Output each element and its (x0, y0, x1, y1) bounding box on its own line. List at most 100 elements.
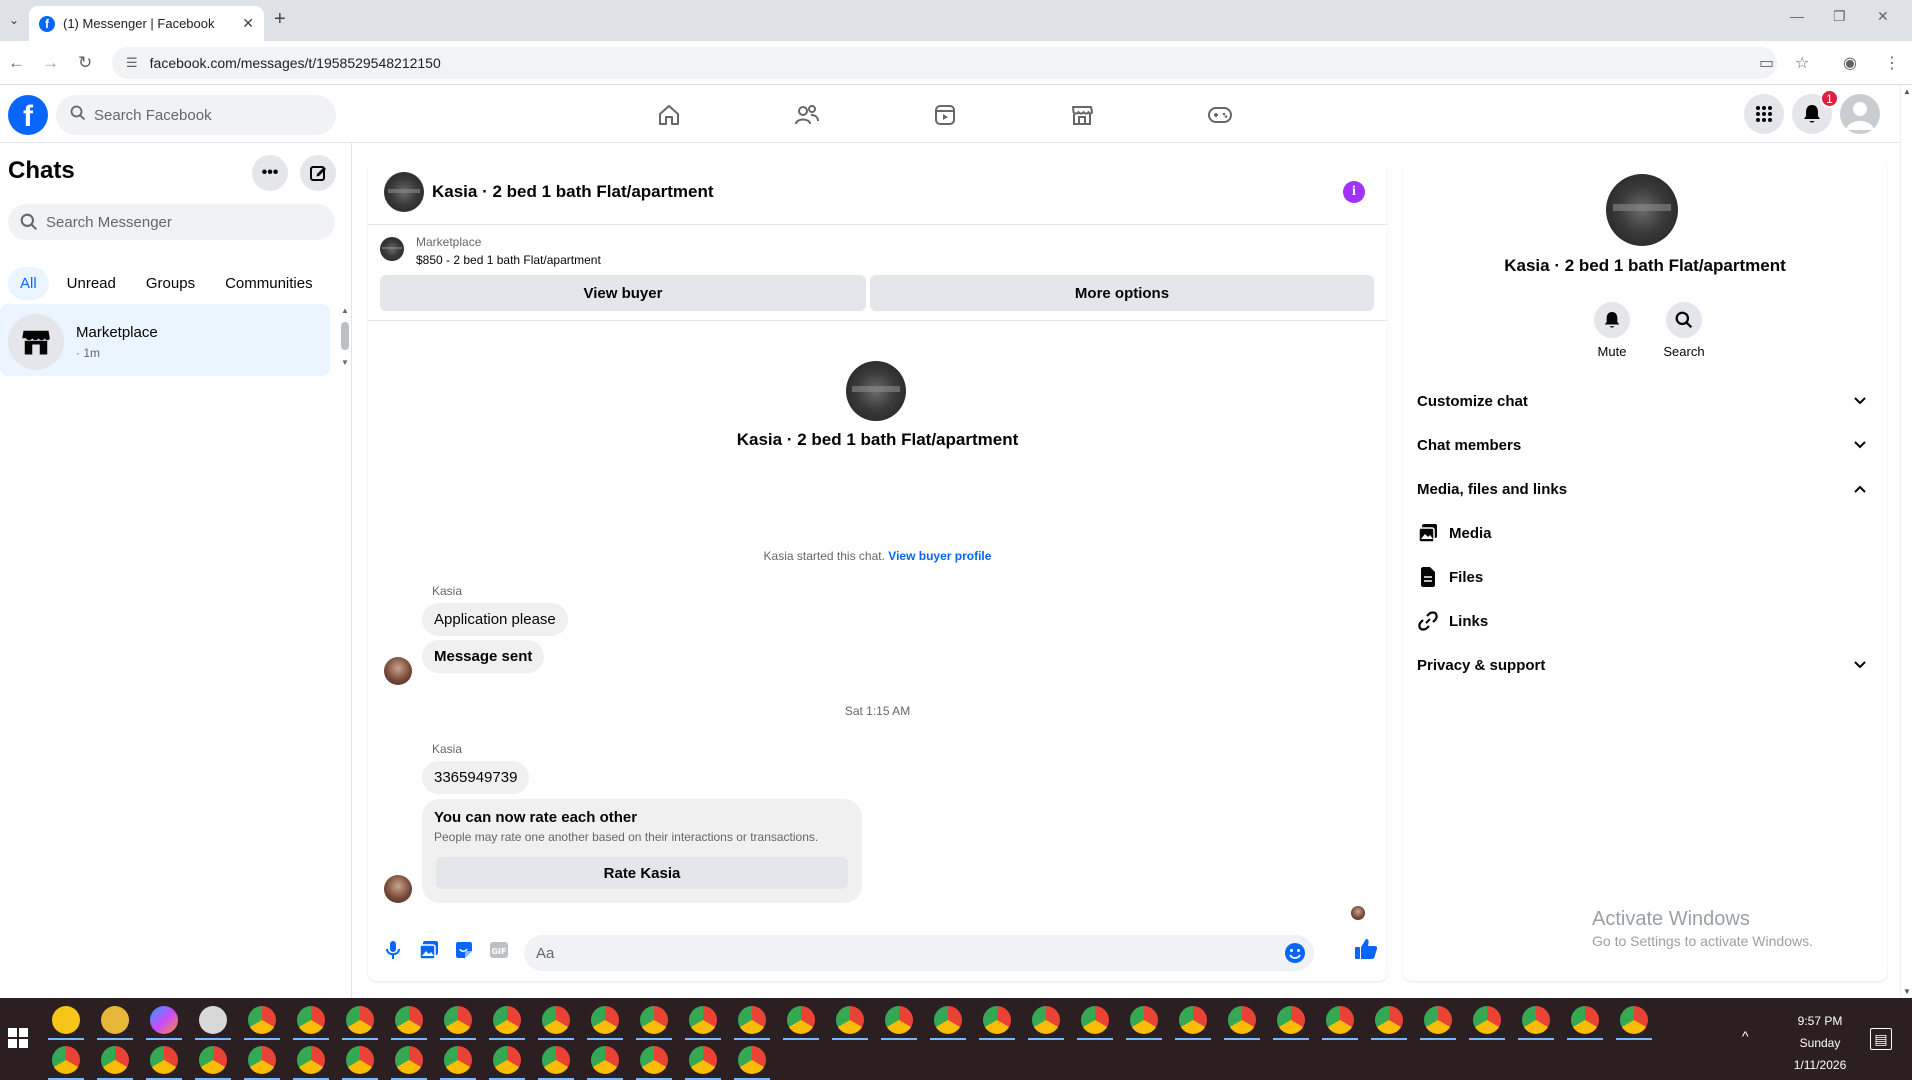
chrome-icon[interactable] (1473, 1006, 1501, 1034)
facebook-search-input[interactable]: Search Facebook (56, 95, 336, 135)
chrome-icon[interactable] (395, 1006, 423, 1034)
minimize-icon[interactable]: — (1790, 8, 1804, 24)
chrome-icon[interactable] (101, 1046, 129, 1074)
search-conversation-button[interactable]: Search (1654, 302, 1714, 359)
chat-list-item[interactable]: Marketplace · 1m (0, 304, 330, 376)
gaming-icon[interactable] (1206, 101, 1234, 129)
url-field[interactable]: ☰ facebook.com/messages/t/19585295482121… (112, 47, 1777, 79)
browser-tab[interactable]: f (1) Messenger | Facebook ✕ (29, 6, 264, 41)
chrome-icon[interactable] (493, 1046, 521, 1074)
taskbar-clock[interactable]: 9:57 PM Sunday 1/11/2026 (1780, 1010, 1860, 1076)
chrome-icon[interactable] (787, 1006, 815, 1034)
chrome-icon[interactable] (1326, 1006, 1354, 1034)
chrome-icon[interactable] (542, 1006, 570, 1034)
install-app-icon[interactable]: ▭ (1759, 53, 1774, 73)
sender-avatar[interactable] (384, 875, 412, 903)
windows-start-icon[interactable] (8, 1028, 28, 1048)
chrome-icon[interactable] (1277, 1006, 1305, 1034)
reload-icon[interactable]: ↻ (78, 53, 92, 73)
chrome-icon[interactable] (542, 1046, 570, 1074)
chrome-icon[interactable] (248, 1006, 276, 1034)
chrome-icon[interactable] (1571, 1006, 1599, 1034)
chrome-icon[interactable] (1179, 1006, 1207, 1034)
message-bubble[interactable]: Application please (422, 603, 568, 636)
account-avatar[interactable] (1840, 94, 1880, 134)
chrome-icon[interactable] (297, 1006, 325, 1034)
chrome-icon[interactable] (1032, 1006, 1060, 1034)
more-options-button[interactable]: More options (870, 275, 1374, 311)
back-icon[interactable]: ← (8, 53, 25, 73)
media-item[interactable]: Media (1417, 515, 1857, 551)
site-settings-icon[interactable]: ☰ (126, 55, 138, 71)
filter-unread[interactable]: Unread (55, 267, 128, 300)
menu-grid-icon[interactable] (1744, 94, 1784, 134)
mute-button[interactable]: Mute (1582, 302, 1642, 359)
messenger-search-input[interactable]: Search Messenger (8, 204, 335, 240)
copilot-icon[interactable] (150, 1006, 178, 1034)
message-input[interactable]: Aa (524, 935, 1314, 971)
chrome-icon[interactable] (199, 1046, 227, 1074)
chrome-icon[interactable] (983, 1006, 1011, 1034)
browser-menu-icon[interactable]: ⋮ (1884, 53, 1900, 73)
profile-icon[interactable]: ◉ (1843, 53, 1857, 73)
chrome-icon[interactable] (591, 1006, 619, 1034)
more-options-icon[interactable]: ••• (252, 155, 288, 191)
microphone-icon[interactable] (382, 939, 404, 961)
gif-icon[interactable]: GIF (488, 939, 510, 961)
marketplace-icon[interactable] (1068, 101, 1096, 129)
chrome-icon[interactable] (346, 1046, 374, 1074)
chat-members-section[interactable]: Chat members (1417, 427, 1873, 463)
chrome-icon[interactable] (738, 1046, 766, 1074)
filter-communities[interactable]: Communities (213, 267, 325, 300)
chrome-icon[interactable] (248, 1046, 276, 1074)
emoji-icon[interactable] (1284, 942, 1306, 964)
photo-gallery-icon[interactable] (418, 939, 440, 961)
sticker-icon[interactable] (453, 939, 475, 961)
chrome-icon[interactable] (1620, 1006, 1648, 1034)
media-files-links-section[interactable]: Media, files and links (1417, 471, 1873, 507)
rate-kasia-button[interactable]: Rate Kasia (436, 857, 848, 889)
links-item[interactable]: Links (1417, 603, 1857, 639)
chrome-icon[interactable] (52, 1046, 80, 1074)
home-icon[interactable] (655, 101, 683, 129)
chrome-icon[interactable] (1522, 1006, 1550, 1034)
chrome-icon[interactable] (444, 1006, 472, 1034)
chrome-icon[interactable] (444, 1046, 472, 1074)
video-icon[interactable] (931, 101, 959, 129)
window-close-icon[interactable]: ✕ (1877, 8, 1889, 25)
chrome-icon[interactable] (1375, 1006, 1403, 1034)
listing-price-title[interactable]: $850 - 2 bed 1 bath Flat/apartment (416, 253, 601, 267)
bookmark-star-icon[interactable]: ☆ (1795, 53, 1809, 73)
new-message-icon[interactable] (300, 155, 336, 191)
chrome-icon[interactable] (738, 1006, 766, 1034)
chrome-icon[interactable] (493, 1006, 521, 1034)
conversation-title[interactable]: Kasia · 2 bed 1 bath Flat/apartment (432, 182, 714, 202)
sticky-notes-icon[interactable] (52, 1006, 80, 1034)
filter-groups[interactable]: Groups (134, 267, 207, 300)
chrome-icon[interactable] (150, 1046, 178, 1074)
show-hidden-icons-icon[interactable]: ^ (1742, 1028, 1749, 1044)
page-scrollbar[interactable]: ▲ ▼ (1900, 85, 1912, 998)
paint-icon[interactable] (199, 1006, 227, 1034)
privacy-support-section[interactable]: Privacy & support (1417, 647, 1873, 683)
facebook-logo[interactable]: f (8, 95, 48, 135)
tab-list-chevron-icon[interactable]: ⌄ (4, 10, 24, 30)
chrome-icon[interactable] (640, 1046, 668, 1074)
chrome-icon[interactable] (934, 1006, 962, 1034)
info-avatar[interactable] (1606, 174, 1678, 246)
customize-chat-section[interactable]: Customize chat (1417, 383, 1873, 419)
message-bubble[interactable]: 3365949739 (422, 761, 530, 794)
chrome-icon[interactable] (689, 1006, 717, 1034)
chrome-icon[interactable] (591, 1046, 619, 1074)
new-tab-icon[interactable]: + (274, 8, 286, 31)
action-center-icon[interactable]: ▤ (1870, 1028, 1892, 1050)
chrome-icon[interactable] (395, 1046, 423, 1074)
message-bubble[interactable]: Message sent (422, 640, 545, 673)
chrome-icon[interactable] (1228, 1006, 1256, 1034)
files-item[interactable]: Files (1417, 559, 1857, 595)
chrome-icon[interactable] (836, 1006, 864, 1034)
chrome-icon[interactable] (346, 1006, 374, 1034)
chrome-icon[interactable] (297, 1046, 325, 1074)
conversation-info-icon[interactable]: i (1343, 181, 1365, 203)
friends-icon[interactable] (793, 101, 821, 129)
